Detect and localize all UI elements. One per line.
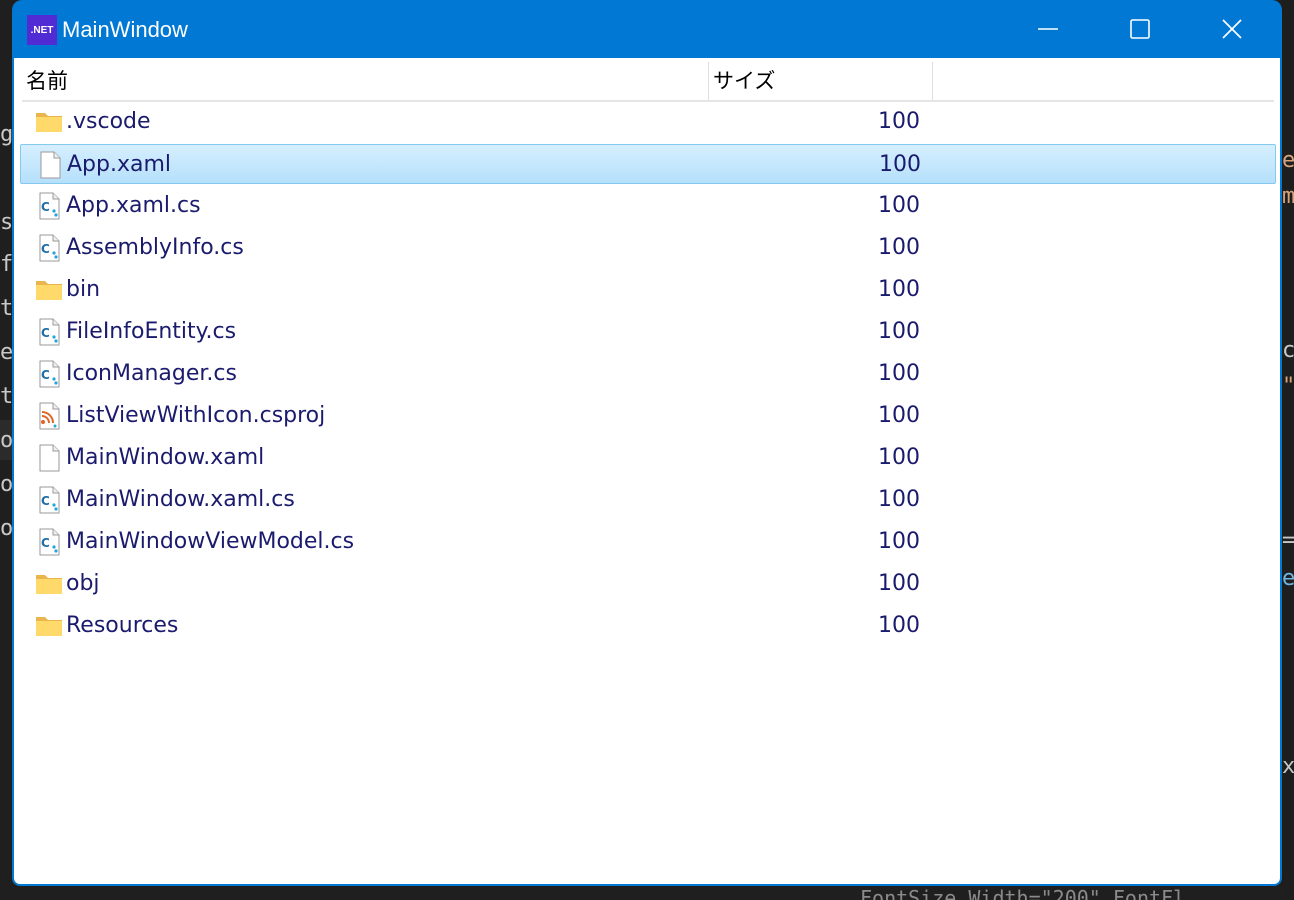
background-code-fragment: x [1282,756,1294,778]
folder-icon [34,569,64,599]
list-item[interactable]: MainWindowViewModel.cs 100 [20,522,1276,562]
background-code-fragment: ty [0,298,12,320]
minimize-icon [1038,28,1058,30]
dotnet-app-icon: .NET [27,15,57,45]
file-size: 100 [878,529,920,554]
file-list-view[interactable]: 名前 サイズ .vscode 100 App.xaml 100 App.xaml.cs 1… [14,58,1280,884]
background-code-fragment: c [1282,340,1294,362]
close-icon [1222,19,1242,39]
list-item[interactable]: AssemblyInfo.cs 100 [20,228,1276,268]
background-code-fragment: g [0,124,12,146]
file-size: 100 [878,487,920,512]
background-code-fragment: s [0,212,12,234]
background-code-fragment: th [0,386,12,408]
background-code-fragment: m [1282,186,1294,208]
file-size: 100 [878,235,920,260]
background-code-fragment: ov [0,430,12,452]
column-header-filler [932,62,1274,100]
file-size: 100 [878,571,920,596]
file-size: 100 [878,319,920,344]
maximize-icon [1130,19,1150,39]
list-item[interactable]: IconManager.cs 100 [20,354,1276,394]
file-name: App.xaml [67,152,172,177]
file-name: FileInfoEntity.cs [66,319,237,344]
background-code-fragment: e [1282,150,1294,172]
csproj-file-icon [34,401,64,431]
main-window: .NET MainWindow 名前 サイズ .vscode 100 App.x… [12,0,1282,886]
file-icon [34,443,64,473]
file-name: obj [66,571,100,596]
column-header-name[interactable]: 名前 [22,62,708,100]
list-item[interactable]: FileInfoEntity.cs 100 [20,312,1276,352]
list-header: 名前 サイズ [22,62,1274,102]
file-name: Resources [66,613,179,638]
column-header-size[interactable]: サイズ [708,62,932,100]
background-code-fragment: fo [0,254,12,276]
csharp-file-icon [34,317,64,347]
list-item[interactable]: bin 100 [20,270,1276,310]
folder-icon [34,275,64,305]
close-button[interactable] [1186,0,1278,58]
file-size: 100 [878,277,920,302]
csharp-file-icon [34,527,64,557]
file-size: 100 [878,613,920,638]
file-name: IconManager.cs [66,361,237,386]
minimize-button[interactable] [1002,0,1094,58]
file-size: 100 [878,361,920,386]
file-name: App.xaml.cs [66,193,201,218]
background-code-fragment: e [1282,568,1294,590]
file-icon [35,150,65,180]
file-name: ListViewWithIcon.csproj [66,403,326,428]
maximize-button[interactable] [1094,0,1186,58]
file-size: 100 [878,445,920,470]
title-bar[interactable]: .NET MainWindow [12,0,1282,60]
background-code-fragment: e [0,342,12,364]
list-item[interactable]: App.xaml.cs 100 [20,186,1276,226]
list-item[interactable]: ListViewWithIcon.csproj 100 [20,396,1276,436]
background-code-fragment: = [1282,530,1294,552]
file-size: 100 [879,152,921,177]
csharp-file-icon [34,485,64,515]
list-item[interactable]: .vscode 100 [20,102,1276,142]
list-item[interactable]: MainWindow.xaml.cs 100 [20,480,1276,520]
window-title: MainWindow [62,17,188,42]
csharp-file-icon [34,359,64,389]
file-size: 100 [878,109,920,134]
file-name: MainWindowViewModel.cs [66,529,355,554]
list-item[interactable]: obj 100 [20,564,1276,604]
file-name: bin [66,277,101,302]
background-code-fragment: ov [0,474,12,496]
list-item[interactable]: MainWindow.xaml 100 [20,438,1276,478]
list-item[interactable]: Resources 100 [20,606,1276,646]
folder-icon [34,107,64,137]
background-code-fragment: " [1282,376,1294,398]
file-name: AssemblyInfo.cs [66,235,244,260]
csharp-file-icon [34,233,64,263]
file-name: .vscode [66,109,151,134]
background-code-fragment: ov [0,518,12,540]
file-name: MainWindow.xaml [66,445,265,470]
file-name: MainWindow.xaml.cs [66,487,295,512]
file-size: 100 [878,403,920,428]
csharp-file-icon [34,191,64,221]
file-size: 100 [878,193,920,218]
list-item[interactable]: App.xaml 100 [20,144,1276,184]
folder-icon [34,611,64,641]
